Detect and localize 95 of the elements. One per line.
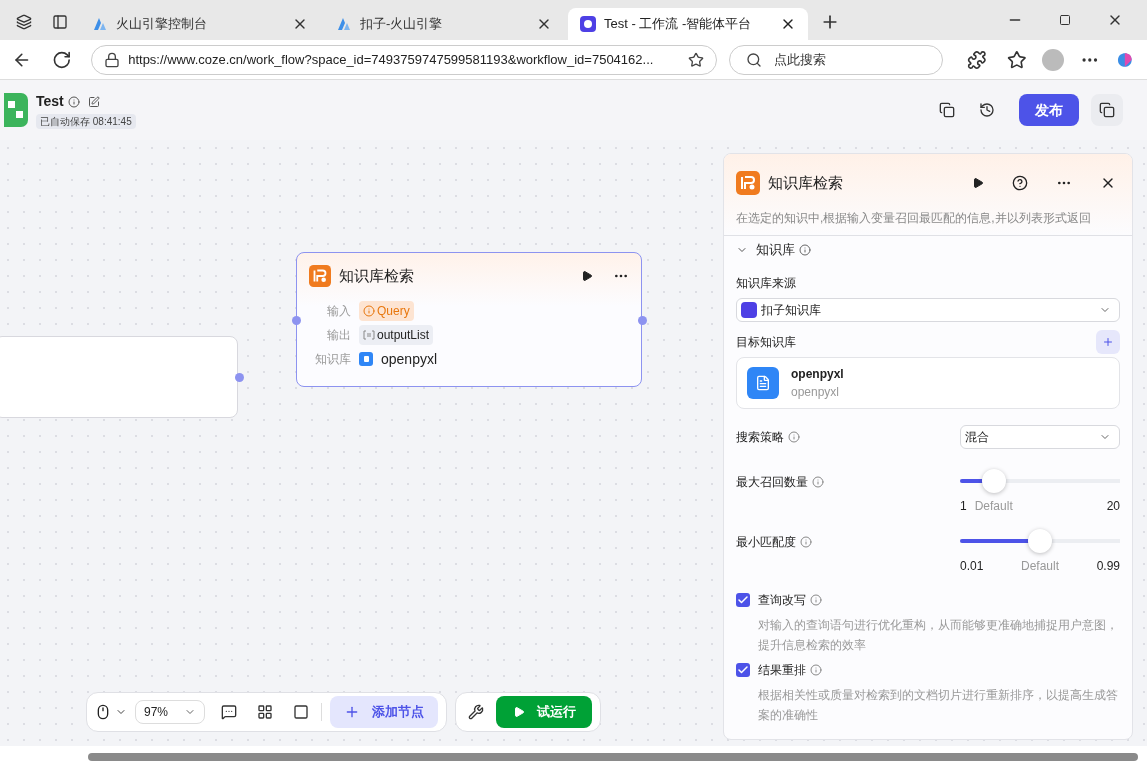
panel-title: 知识库检索 (768, 172, 843, 193)
row-label: 输入 (326, 302, 351, 320)
browser-tab[interactable]: 扣子-火山引擎 (324, 8, 564, 40)
add-node-button[interactable]: 添加节点 (330, 696, 438, 728)
workflow-title: Test (36, 92, 64, 111)
plus-icon (344, 704, 360, 720)
workspaces-icon[interactable] (16, 14, 32, 30)
knowledge-name: openpyxl (381, 349, 438, 369)
input-tag: Query (359, 300, 414, 321)
knowledge-search-icon (736, 171, 760, 195)
mouse-icon[interactable] (95, 704, 111, 720)
tab-title: 火山引擎控制台 (116, 15, 208, 34)
output-tag: outputList (359, 324, 434, 345)
slider-thumb[interactable] (1028, 528, 1052, 553)
history-icon[interactable] (979, 102, 995, 118)
copy-icon[interactable] (939, 102, 955, 118)
favorites-icon[interactable] (1006, 49, 1027, 70)
edit-icon[interactable] (87, 95, 100, 108)
lock-icon (104, 51, 121, 68)
autosave-badge: 已自动保存 08:41:45 (36, 114, 136, 129)
app-logo-icon (580, 16, 596, 32)
min-value: 1 (960, 497, 967, 515)
option-label: 结果重排 (758, 661, 806, 679)
option-description: 根据相关性或质量对检索到的文档切片进行重新排序，以提高生成答案的准确性 (758, 686, 1119, 724)
slider-thumb[interactable] (981, 468, 1006, 493)
knowledge-card[interactable]: openpyxl openpyxl (736, 356, 1120, 409)
port[interactable] (292, 316, 301, 325)
document-icon (359, 352, 373, 366)
minimap-icon[interactable] (293, 704, 309, 720)
port[interactable] (638, 316, 647, 325)
tab-title: 扣子-火山引擎 (360, 15, 444, 34)
tab-title: Test - 工作流 -智能体平台 (604, 15, 753, 34)
section-title: 知识库 (756, 241, 795, 259)
info-icon (810, 663, 822, 676)
mountain-logo-icon (336, 16, 352, 32)
comment-icon[interactable] (221, 704, 237, 720)
option-label: 查询改写 (758, 591, 806, 609)
play-icon (512, 706, 525, 718)
option-description: 对输入的查询语句进行优化重构，从而能够更准确地捕捉用户意图，提升信息检索的效率 (758, 616, 1119, 654)
knowledge-name: openpyxl (791, 365, 844, 383)
info-icon (810, 593, 822, 606)
workflow-node[interactable] (0, 336, 238, 418)
node-title: 知识库检索 (339, 266, 414, 286)
strategy-select[interactable]: 混合 (960, 424, 1120, 449)
row-label: 知识库 (314, 351, 351, 368)
favorite-icon[interactable] (687, 51, 704, 68)
reload-icon[interactable] (51, 49, 72, 70)
browser-tab[interactable]: Test - 工作流 -智能体平台 (568, 8, 808, 40)
run-icon[interactable] (581, 270, 593, 283)
info-icon (812, 475, 824, 488)
min-value: 0.01 (960, 557, 984, 575)
row-label: 输出 (326, 326, 351, 344)
help-icon[interactable] (1012, 175, 1028, 191)
knowledge-node[interactable]: 知识库检索 输入 Query 输出 outputList 知识库 openpyxl (296, 252, 642, 387)
checkbox[interactable] (736, 592, 750, 607)
field-label: 知识库来源 (736, 274, 797, 292)
horizontal-scrollbar[interactable] (0, 746, 1147, 768)
info-icon (67, 95, 80, 108)
knowledge-search-icon (309, 265, 331, 288)
max-value: 0.99 (1096, 557, 1120, 575)
default-label: Default (1021, 557, 1059, 575)
search-placeholder: 点此搜索 (773, 50, 826, 69)
array-icon (363, 329, 375, 340)
maximize-icon[interactable] (1059, 14, 1071, 26)
default-label: Default (974, 497, 1013, 515)
mountain-logo-icon (92, 16, 108, 32)
zoom-select[interactable]: 97% (135, 700, 205, 724)
field-label: 最大召回数量 (736, 473, 808, 491)
extensions-icon[interactable] (967, 49, 987, 70)
source-select[interactable]: 扣子知识库 (736, 297, 1120, 322)
info-icon (363, 304, 375, 317)
browser-tab[interactable]: 火山引擎控制台 (80, 8, 320, 40)
document-icon (747, 366, 779, 399)
knowledge-subtitle: openpyxl (791, 383, 841, 401)
checkbox[interactable] (736, 662, 750, 677)
field-label: 搜索策略 (736, 428, 784, 446)
workflow-logo-icon (4, 93, 28, 127)
copy-icon (1099, 102, 1115, 118)
info-icon (788, 430, 800, 443)
info-icon (800, 535, 812, 548)
run-icon[interactable] (972, 177, 984, 189)
plus-icon (1102, 335, 1114, 348)
publish-button[interactable]: 发布 (1019, 94, 1079, 126)
field-label: 最小匹配度 (736, 533, 796, 551)
grid-icon[interactable] (257, 704, 273, 720)
info-icon (799, 243, 811, 256)
panel-description: 在选定的知识中,根据输入变量召回最匹配的信息,并以列表形式返回 (736, 210, 1092, 227)
port[interactable] (235, 373, 244, 382)
field-label: 目标知识库 (736, 333, 796, 351)
wrench-icon[interactable] (468, 704, 484, 720)
tab-actions-icon[interactable] (52, 14, 68, 30)
layout-button[interactable] (1091, 94, 1123, 126)
max-value: 20 (1106, 497, 1120, 515)
search-icon (745, 51, 762, 68)
url-text: https://www.coze.cn/work_flow?space_id=7493759747599581193&workflow_id=7504162... (128, 50, 655, 69)
